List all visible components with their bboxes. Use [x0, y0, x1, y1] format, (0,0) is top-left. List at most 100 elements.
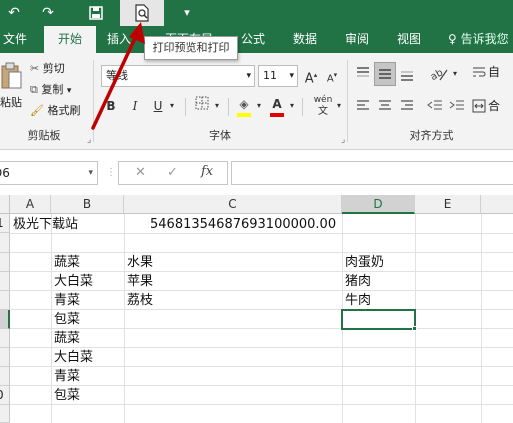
chevron-down-icon[interactable]: ▾: [167, 96, 177, 116]
shrink-font-button[interactable]: A▾: [323, 65, 341, 87]
column-header-b[interactable]: B: [51, 195, 124, 214]
chevron-down-icon[interactable]: ▾: [212, 96, 222, 116]
cell-b6[interactable]: 包菜: [54, 310, 80, 329]
decrease-indent-button[interactable]: [426, 96, 444, 116]
font-size-value: 11: [263, 69, 277, 82]
chevron-down-icon: ▾: [246, 71, 251, 81]
align-left-icon: [357, 100, 369, 110]
tab-data[interactable]: 数据: [288, 26, 322, 53]
chevron-down-icon[interactable]: ▾: [254, 96, 264, 116]
chevron-down-icon[interactable]: ▾: [450, 64, 460, 84]
name-box[interactable]: D6 ▾: [0, 161, 98, 185]
font-launcher-icon[interactable]: ⌟: [341, 135, 345, 145]
column-header-c[interactable]: C: [124, 195, 342, 214]
divider: [228, 98, 229, 116]
cell-b5[interactable]: 青菜: [54, 291, 80, 310]
tell-me-box[interactable]: ♀ 告诉我您: [448, 26, 513, 53]
tab-formulas[interactable]: 公式: [236, 26, 270, 53]
font-color-icon: A: [272, 97, 282, 111]
increase-indent-button[interactable]: [448, 96, 466, 116]
row-header-11[interactable]: [0, 405, 10, 423]
cell-d5[interactable]: 牛肉: [345, 291, 371, 310]
copy-icon: ⧉: [30, 83, 38, 96]
row-header-10[interactable]: 0: [0, 386, 10, 405]
formula-buttons: ✕ ✓ fx: [118, 161, 228, 185]
cell-b4[interactable]: 大白菜: [54, 272, 93, 291]
select-all-corner[interactable]: [0, 195, 10, 214]
chevron-down-icon[interactable]: ▾: [334, 96, 344, 116]
align-right-button[interactable]: [398, 96, 416, 116]
cell-c1[interactable]: 54681354687693100000.00: [150, 215, 336, 234]
selected-cell-d6[interactable]: [341, 309, 416, 330]
row-header-9[interactable]: [0, 367, 10, 386]
row-header-8[interactable]: [0, 348, 10, 367]
align-center-icon: [379, 100, 391, 110]
phonetic-guide-button[interactable]: wén 文: [310, 94, 336, 118]
cell-b7[interactable]: 蔬菜: [54, 329, 80, 348]
clipboard-launcher-icon[interactable]: ⌟: [87, 135, 91, 145]
row-header-7[interactable]: [0, 329, 10, 348]
column-header-d[interactable]: D: [342, 195, 415, 214]
cell-c5[interactable]: 荔枝: [127, 291, 153, 310]
align-top-button[interactable]: [354, 64, 372, 84]
enter-icon[interactable]: ✓: [167, 165, 178, 180]
font-size-select[interactable]: 11 ▾: [258, 65, 298, 87]
cell-c4[interactable]: 苹果: [127, 272, 153, 291]
copy-button[interactable]: ⧉ 复制 ▾: [30, 81, 71, 100]
row-header-1[interactable]: 1: [0, 214, 10, 233]
borders-button[interactable]: [193, 96, 211, 116]
cell-a1[interactable]: 极光下载站: [13, 215, 78, 234]
align-center-button[interactable]: [376, 96, 394, 116]
format-painter-icon: 🖌: [30, 104, 44, 117]
divider: [302, 98, 303, 116]
gridline: [10, 328, 513, 329]
row-header-6[interactable]: [0, 310, 10, 329]
cell-d4[interactable]: 猪肉: [345, 272, 371, 291]
merge-center-button[interactable]: 合: [472, 94, 513, 118]
chevron-down-icon[interactable]: ▾: [287, 96, 297, 116]
column-header-f[interactable]: [481, 195, 513, 214]
align-bottom-icon: [401, 71, 413, 81]
grow-font-button[interactable]: A▴: [302, 65, 320, 87]
cell-b3[interactable]: 蔬菜: [54, 253, 80, 272]
column-header-a[interactable]: A: [10, 195, 51, 214]
cell-b10[interactable]: 包菜: [54, 386, 80, 405]
cell-b9[interactable]: 青菜: [54, 367, 80, 386]
paste-button[interactable]: 粘贴: [0, 60, 22, 120]
font-color-button[interactable]: A: [268, 94, 286, 118]
insert-function-icon[interactable]: fx: [201, 164, 213, 179]
scissors-icon: ✂: [30, 62, 40, 75]
row-header-4[interactable]: [0, 272, 10, 291]
fill-color-button[interactable]: ◈: [235, 94, 253, 118]
row-header-5[interactable]: [0, 291, 10, 310]
borders-icon: [195, 96, 209, 110]
cancel-icon[interactable]: ✕: [135, 165, 146, 180]
increase-indent-icon: [449, 100, 464, 110]
wrap-text-button[interactable]: 自: [472, 60, 513, 86]
format-painter-button[interactable]: 🖌 格式刷: [30, 102, 80, 120]
grip-icon: ⋮: [106, 164, 116, 182]
orientation-button[interactable]: ab: [428, 64, 450, 84]
align-left-button[interactable]: [354, 96, 372, 116]
tab-review[interactable]: 审阅: [340, 26, 374, 53]
gridline: [10, 309, 513, 310]
formula-input[interactable]: [231, 161, 513, 185]
divider: [185, 98, 186, 116]
redo-icon[interactable]: ↷: [36, 0, 60, 26]
tab-view[interactable]: 视图: [392, 26, 426, 53]
cell-b8[interactable]: 大白菜: [54, 348, 93, 367]
align-middle-button[interactable]: [374, 62, 396, 86]
undo-icon[interactable]: ↶: [2, 0, 26, 26]
cell-d3[interactable]: 肉蛋奶: [345, 253, 384, 272]
customize-quick-access-icon[interactable]: ▾: [178, 0, 196, 26]
column-header-e[interactable]: E: [415, 195, 481, 214]
gridline: [481, 214, 482, 423]
tab-file[interactable]: 文件: [0, 26, 30, 53]
cell-c3[interactable]: 水果: [127, 253, 153, 272]
row-header-2[interactable]: [0, 233, 10, 253]
cut-button[interactable]: ✂ 剪切: [30, 60, 65, 78]
decrease-indent-icon: [427, 100, 442, 110]
fill-handle[interactable]: [412, 326, 417, 331]
row-header-3[interactable]: [0, 253, 10, 272]
align-bottom-button[interactable]: [398, 64, 416, 84]
